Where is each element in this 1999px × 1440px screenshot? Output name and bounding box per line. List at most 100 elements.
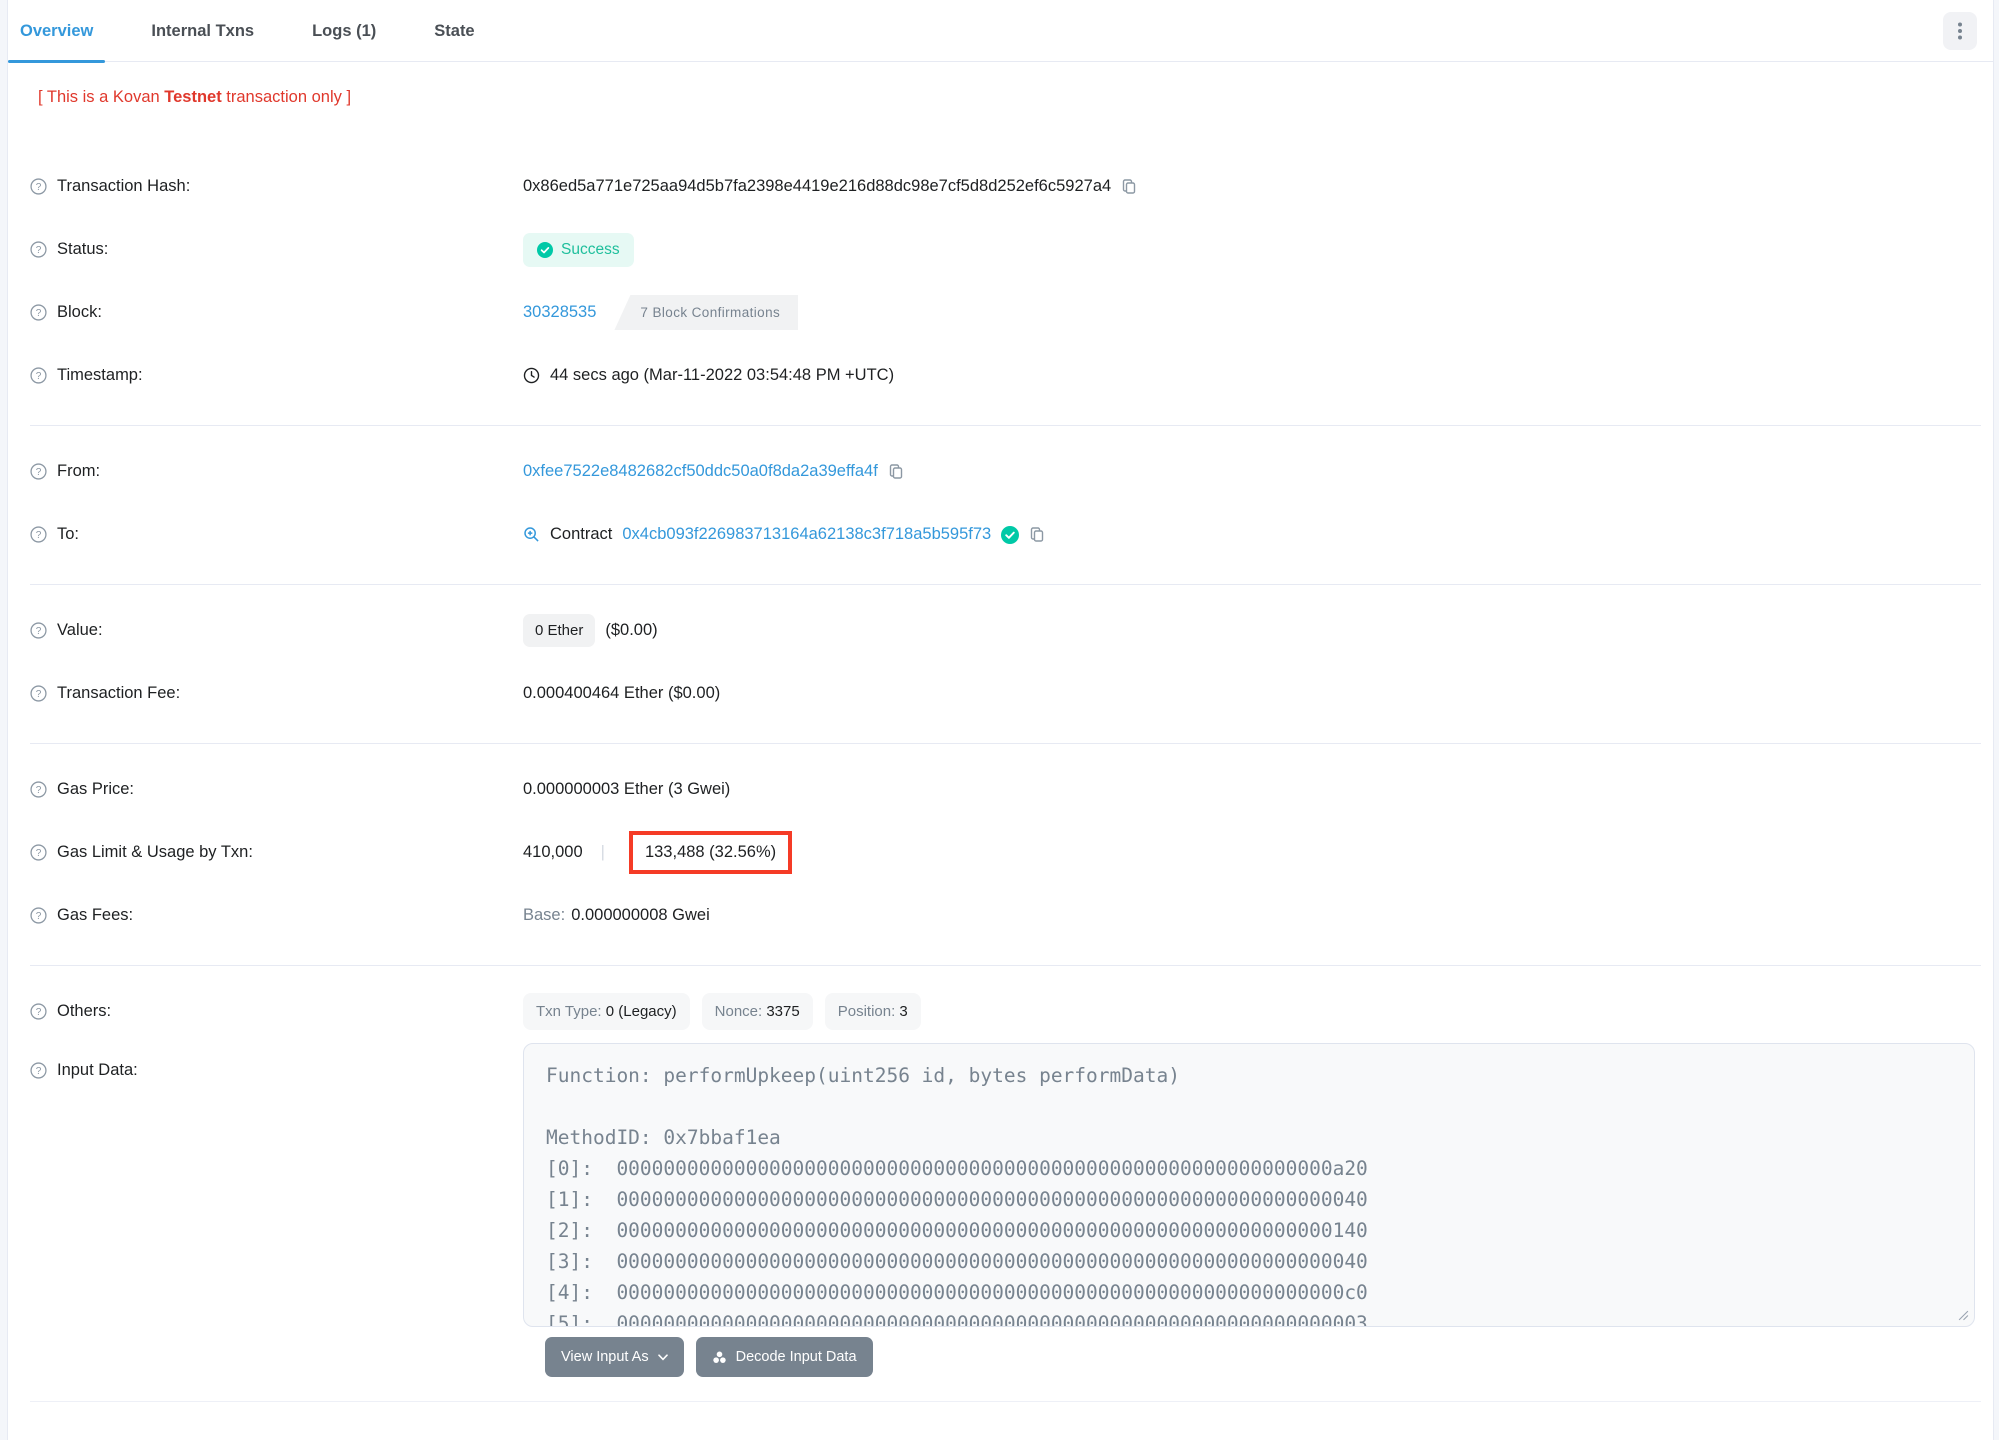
help-icon[interactable]: ? bbox=[30, 844, 47, 861]
copy-icon[interactable] bbox=[1121, 178, 1137, 195]
svg-text:?: ? bbox=[36, 308, 42, 319]
row-from: ? From: 0xfee7522e8482682cf50ddc50a0f8da… bbox=[30, 440, 1981, 503]
usd-value: ($0.00) bbox=[605, 621, 658, 639]
row-others: ? Others: Txn Type: 0 (Legacy) Nonce: 33… bbox=[30, 980, 1981, 1043]
from-label: From: bbox=[57, 462, 101, 480]
verified-icon bbox=[1001, 525, 1020, 544]
row-status: ? Status: Success bbox=[30, 218, 1981, 281]
svg-text:?: ? bbox=[36, 467, 42, 478]
resize-handle-icon[interactable] bbox=[1958, 1310, 1969, 1321]
timestamp-label: Timestamp: bbox=[57, 366, 143, 384]
divider bbox=[30, 743, 1981, 744]
input-data-textarea[interactable]: Function: performUpkeep(uint256 id, byte… bbox=[523, 1043, 1975, 1327]
to-address-link[interactable]: 0x4cb093f226983713164a62138c3f718a5b595f… bbox=[622, 525, 991, 544]
row-block: ? Block: 30328535 7 Block Confirmations bbox=[30, 281, 1981, 344]
kebab-menu-icon bbox=[1958, 22, 1962, 40]
base-fee-label: Base: bbox=[523, 906, 566, 924]
block-label: Block: bbox=[57, 303, 102, 321]
others-label: Others: bbox=[57, 1002, 112, 1020]
more-options-button[interactable] bbox=[1943, 11, 1977, 50]
divider bbox=[30, 1401, 1981, 1402]
position-badge: Position: 3 bbox=[824, 993, 921, 1030]
annotation-box: 133,488 (32.56%) bbox=[628, 831, 793, 874]
svg-text:?: ? bbox=[36, 1066, 42, 1077]
transaction-hash-value: 0x86ed5a771e725aa94d5b7fa2398e4419e216d8… bbox=[523, 177, 1112, 195]
txn-type-badge: Txn Type: 0 (Legacy) bbox=[523, 993, 690, 1030]
row-input-data: ? Input Data: Function: performUpkeep(ui… bbox=[30, 1043, 1981, 1327]
help-icon[interactable]: ? bbox=[30, 685, 47, 702]
input-data-content: Function: performUpkeep(uint256 id, byte… bbox=[546, 1064, 1368, 1327]
help-icon[interactable]: ? bbox=[30, 367, 47, 384]
svg-text:?: ? bbox=[36, 245, 42, 256]
row-to: ? To: Contract 0x4cb093f226983713164a621… bbox=[30, 503, 1981, 566]
help-icon[interactable]: ? bbox=[30, 463, 47, 480]
to-label: To: bbox=[57, 525, 80, 543]
svg-text:?: ? bbox=[36, 626, 42, 637]
help-icon[interactable]: ? bbox=[30, 907, 47, 924]
svg-text:?: ? bbox=[36, 911, 42, 922]
to-contract-prefix: Contract bbox=[550, 525, 613, 543]
copy-icon[interactable] bbox=[1029, 526, 1045, 543]
row-gas-fees: ? Gas Fees: Base: 0.000000008 Gwei bbox=[30, 884, 1981, 947]
help-icon[interactable]: ? bbox=[30, 622, 47, 639]
svg-text:?: ? bbox=[36, 182, 42, 193]
divider bbox=[30, 425, 1981, 426]
help-icon[interactable]: ? bbox=[30, 526, 47, 543]
help-icon[interactable]: ? bbox=[30, 241, 47, 258]
input-data-label: Input Data: bbox=[57, 1061, 138, 1079]
value-label: Value: bbox=[57, 621, 103, 639]
divider bbox=[30, 584, 1981, 585]
ether-value-badge: 0 Ether bbox=[523, 614, 596, 647]
tab-state[interactable]: State bbox=[422, 0, 486, 62]
help-icon[interactable]: ? bbox=[30, 304, 47, 321]
svg-text:?: ? bbox=[36, 848, 42, 859]
nonce-badge: Nonce: 3375 bbox=[701, 993, 813, 1030]
block-number-link[interactable]: 30328535 bbox=[523, 303, 596, 322]
help-icon[interactable]: ? bbox=[30, 178, 47, 195]
row-gas-price: ? Gas Price: 0.000000003 Ether (3 Gwei) bbox=[30, 758, 1981, 821]
transaction-hash-label: Transaction Hash: bbox=[57, 177, 191, 195]
svg-text:?: ? bbox=[36, 785, 42, 796]
clock-icon bbox=[523, 367, 540, 384]
transaction-card: Overview Internal Txns Logs (1) State [ … bbox=[7, 0, 1994, 1440]
testnet-notice: [ This is a Kovan Testnet transaction on… bbox=[38, 88, 352, 106]
row-transaction-hash: ? Transaction Hash: 0x86ed5a771e725aa94d… bbox=[30, 155, 1981, 218]
transaction-fee-value: 0.000400464 Ether ($0.00) bbox=[523, 684, 721, 702]
block-confirmations-badge: 7 Block Confirmations bbox=[614, 295, 799, 330]
help-icon[interactable]: ? bbox=[30, 781, 47, 798]
gas-fees-label: Gas Fees: bbox=[57, 906, 134, 924]
view-input-as-button[interactable]: View Input As bbox=[545, 1337, 684, 1377]
row-transaction-fee: ? Transaction Fee: 0.000400464 Ether ($0… bbox=[30, 662, 1981, 725]
chevron-down-icon bbox=[657, 1353, 668, 1361]
timestamp-value: 44 secs ago (Mar-11-2022 03:54:48 PM +UT… bbox=[550, 366, 895, 384]
svg-text:?: ? bbox=[36, 530, 42, 541]
status-badge: Success bbox=[523, 232, 634, 267]
gas-price-value: 0.000000003 Ether (3 Gwei) bbox=[523, 780, 731, 798]
gas-limit-value: 410,000 bbox=[523, 843, 583, 861]
gas-limit-label: Gas Limit & Usage by Txn: bbox=[57, 843, 253, 861]
svg-text:?: ? bbox=[36, 371, 42, 382]
status-label: Status: bbox=[57, 240, 109, 258]
decode-icon bbox=[712, 1350, 727, 1365]
gas-usage-value: 133,488 (32.56%) bbox=[644, 843, 777, 861]
svg-text:?: ? bbox=[36, 689, 42, 700]
pipe-separator: | bbox=[600, 843, 605, 861]
help-icon[interactable]: ? bbox=[30, 1003, 47, 1020]
tab-overview[interactable]: Overview bbox=[8, 0, 106, 63]
gas-price-label: Gas Price: bbox=[57, 780, 135, 798]
row-gas-limit-usage: ? Gas Limit & Usage by Txn: 410,000 | 13… bbox=[30, 821, 1981, 884]
svg-text:?: ? bbox=[36, 1007, 42, 1018]
row-value: ? Value: 0 Ether ($0.00) bbox=[30, 599, 1981, 662]
help-icon[interactable]: ? bbox=[30, 1062, 47, 1079]
copy-icon[interactable] bbox=[888, 463, 904, 480]
row-timestamp: ? Timestamp: 44 secs ago (Mar-11-2022 03… bbox=[30, 344, 1981, 407]
search-plus-icon[interactable] bbox=[523, 526, 540, 543]
input-actions: View Input As Decode Input Data bbox=[545, 1337, 1981, 1377]
success-icon bbox=[537, 241, 553, 258]
tab-internal-txns[interactable]: Internal Txns bbox=[139, 0, 266, 62]
divider bbox=[30, 965, 1981, 966]
decode-input-data-button[interactable]: Decode Input Data bbox=[695, 1337, 873, 1377]
from-address-link[interactable]: 0xfee7522e8482682cf50ddc50a0f8da2a39effa… bbox=[523, 462, 878, 481]
tab-logs[interactable]: Logs (1) bbox=[300, 0, 388, 62]
tab-bar: Overview Internal Txns Logs (1) State bbox=[8, 0, 1993, 63]
